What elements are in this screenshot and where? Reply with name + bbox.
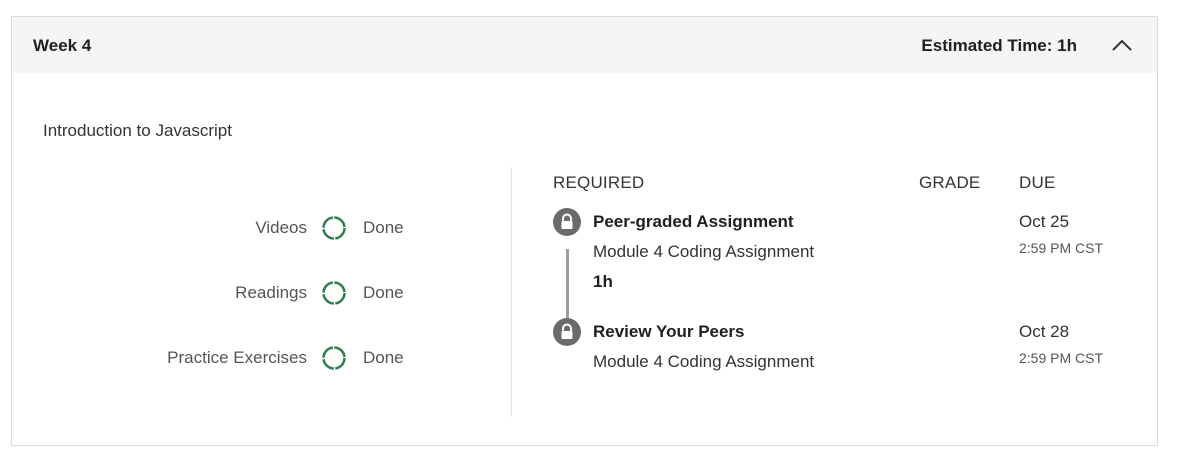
- due-header: DUE: [1019, 173, 1056, 192]
- grade-header: GRADE: [919, 173, 981, 192]
- item-title[interactable]: Review Your Peers: [593, 322, 745, 342]
- chevron-up-icon[interactable]: [1109, 34, 1135, 56]
- progress-status: Done: [363, 348, 404, 367]
- progress-ring-icon: [322, 346, 346, 370]
- progress-practice: Practice Exercises Done: [9, 343, 409, 373]
- item-name[interactable]: Module 4 Coding Assignment: [593, 352, 814, 372]
- progress-status: Done: [363, 283, 404, 302]
- item-name[interactable]: Module 4 Coding Assignment: [593, 242, 814, 262]
- progress-readings: Readings Done: [9, 278, 409, 308]
- progress-label: Practice Exercises: [167, 348, 307, 367]
- progress-ring-icon: [322, 281, 346, 305]
- column-divider: [511, 167, 512, 417]
- week-card: Week 4 Estimated Time: 1h Introduction t…: [11, 16, 1158, 446]
- due-date: Oct 28: [1019, 322, 1070, 341]
- required-header: REQUIRED: [553, 173, 645, 192]
- due-time: 2:59 PM CST: [1019, 350, 1104, 366]
- lock-icon: [553, 318, 581, 346]
- progress-videos: Videos Done: [9, 213, 409, 243]
- lock-icon: [553, 208, 581, 236]
- estimated-time: Estimated Time: 1h: [921, 36, 1077, 55]
- module-title: Introduction to Javascript: [43, 121, 232, 140]
- progress-ring-icon: [322, 216, 346, 240]
- due-time: 2:59 PM CST: [1019, 240, 1104, 256]
- week-header[interactable]: Week 4 Estimated Time: 1h: [12, 17, 1157, 73]
- week-title: Week 4: [33, 36, 92, 55]
- item-title[interactable]: Peer-graded Assignment: [593, 212, 794, 232]
- progress-label: Videos: [255, 218, 307, 237]
- progress-label: Readings: [235, 283, 307, 302]
- progress-status: Done: [363, 218, 404, 237]
- item-duration: 1h: [593, 272, 613, 291]
- due-date: Oct 25: [1019, 212, 1070, 231]
